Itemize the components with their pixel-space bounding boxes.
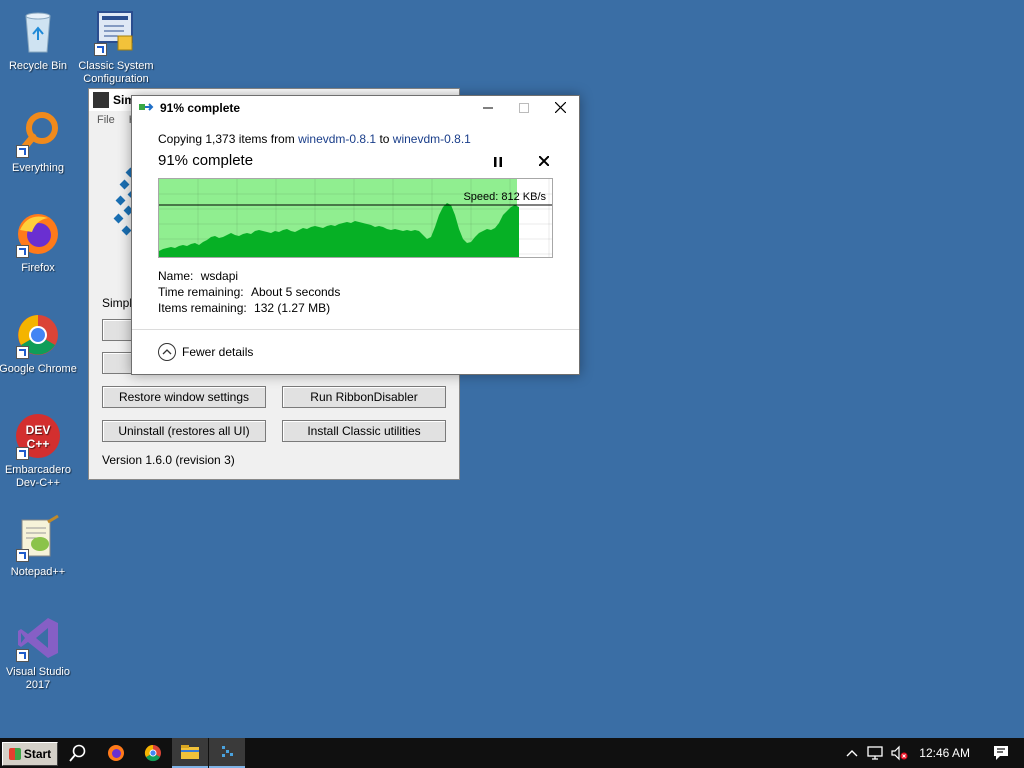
desktop-icon-firefox[interactable]: Firefox: [0, 210, 78, 275]
chrome-icon: [144, 744, 161, 762]
fewer-details-label: Fewer details: [182, 345, 254, 359]
app-icon: [93, 92, 109, 108]
name-label: Name:: [158, 269, 194, 283]
detail-items-row: Items remaining: 132 (1.27 MB): [158, 301, 330, 315]
network-icon: [867, 746, 883, 760]
desktop-icon-label: Embarcadero Dev-C++: [4, 464, 72, 489]
shortcut-arrow-icon: [16, 447, 29, 460]
pause-button[interactable]: [490, 154, 506, 170]
desktop-icon-everything[interactable]: Everything: [0, 110, 78, 175]
dialog-titlebar[interactable]: 91% complete: [132, 96, 579, 119]
cancel-icon: [538, 155, 550, 167]
copy-summary: Copying 1,373 items from winevdm-0.8.1 t…: [158, 132, 471, 146]
start-button[interactable]: Start: [2, 742, 58, 766]
speed-label: Speed: 812 KB/s: [463, 191, 546, 203]
desktop-icon-notepad-plus-plus[interactable]: Notepad++: [0, 514, 78, 579]
desktop-icon-classic-system-configuration[interactable]: Classic System Configuration: [76, 8, 156, 86]
search-icon: [69, 744, 86, 762]
desktop-icon-recycle-bin[interactable]: Recycle Bin: [0, 8, 78, 73]
maximize-icon: [519, 102, 529, 113]
copy-arrow-icon: [138, 100, 154, 116]
svg-text:C++: C++: [27, 437, 50, 451]
detail-name-row: Name: wsdapi: [158, 269, 238, 283]
network-button[interactable]: [863, 738, 887, 768]
fewer-details-button[interactable]: Fewer details: [158, 343, 253, 361]
desktop-icon-label: Firefox: [21, 262, 55, 274]
version-label: Version 1.6.0 (revision 3): [102, 453, 235, 467]
shortcut-arrow-icon: [16, 649, 29, 662]
minimize-icon: [483, 107, 493, 108]
taskbar-simple-classic[interactable]: [209, 738, 245, 768]
dialog-title: 91% complete: [160, 100, 241, 115]
notification-icon: [994, 746, 1008, 760]
devcpp-icon: DEV C++: [14, 412, 62, 460]
file-explorer-icon: [181, 745, 199, 759]
shortcut-arrow-icon: [16, 549, 29, 562]
destination-folder-link[interactable]: winevdm-0.8.1: [393, 132, 471, 146]
desktop-icon-label: Visual Studio 2017: [5, 666, 70, 691]
close-button[interactable]: [542, 96, 578, 119]
close-icon: [554, 102, 566, 113]
desktop-icon-label: Notepad++: [10, 566, 66, 578]
firefox-icon: [108, 745, 124, 761]
system-config-icon: [92, 8, 140, 56]
windows-logo-icon: [8, 748, 21, 760]
maximize-button[interactable]: [506, 96, 542, 119]
desktop-icon-visual-studio[interactable]: Visual Studio 2017: [0, 614, 78, 692]
shortcut-arrow-icon: [16, 145, 29, 158]
firefox-icon: [14, 210, 62, 258]
volume-button[interactable]: [887, 738, 911, 768]
install-classic-utilities-button[interactable]: Install Classic utilities: [282, 420, 446, 442]
items-remaining-label: Items remaining:: [158, 301, 247, 315]
desktop-icon-google-chrome[interactable]: Google Chrome: [0, 311, 78, 376]
svg-text:DEV: DEV: [26, 423, 51, 437]
everything-search-icon: [14, 110, 62, 158]
desktop-icon-label: Classic System Configuration: [78, 60, 154, 85]
show-hidden-icons-button[interactable]: [841, 738, 863, 768]
desktop-icon-label: Everything: [12, 162, 64, 174]
transfer-speed-graph: Speed: 812 KB/s: [158, 178, 553, 258]
taskbar-firefox[interactable]: [98, 738, 134, 768]
divider: [132, 329, 579, 330]
menu-file[interactable]: File: [97, 114, 115, 126]
items-remaining-value: 132 (1.27 MB): [254, 301, 331, 315]
copy-prefix: Copying 1,373 items from: [158, 132, 299, 146]
time-remaining-value: About 5 seconds: [250, 285, 341, 299]
shortcut-arrow-icon: [16, 245, 29, 258]
chevron-up-icon: [846, 750, 858, 757]
taskbar-clock[interactable]: 12:46 AM: [919, 746, 970, 760]
chrome-icon: [14, 311, 62, 359]
uninstall-button[interactable]: Uninstall (restores all UI): [102, 420, 266, 442]
visual-studio-icon: [14, 614, 62, 662]
time-remaining-label: Time remaining:: [158, 285, 244, 299]
to-word: to: [376, 132, 393, 146]
minimize-button[interactable]: [470, 96, 506, 119]
restore-window-settings-button[interactable]: Restore window settings: [102, 386, 266, 408]
notepadpp-icon: [14, 514, 62, 562]
shortcut-arrow-icon: [16, 346, 29, 359]
pause-icon: [494, 157, 502, 167]
run-ribbondisabler-button[interactable]: Run RibbonDisabler: [282, 386, 446, 408]
taskbar-file-explorer[interactable]: [172, 738, 208, 768]
taskbar-chrome[interactable]: [135, 738, 171, 768]
start-label: Start: [23, 747, 52, 761]
simple-classic-icon: [222, 746, 233, 757]
recycle-bin-icon: [14, 8, 62, 56]
taskbar: Start 12:46 AM: [0, 738, 1024, 768]
system-tray: 12:46 AM: [841, 738, 1024, 768]
desktop-icon-label: Google Chrome: [0, 363, 77, 375]
taskbar-search[interactable]: [60, 738, 96, 768]
cancel-copy-button[interactable]: [536, 153, 552, 169]
desktop-icon-dev-cpp[interactable]: DEV C++ Embarcadero Dev-C++: [0, 412, 78, 490]
detail-time-row: Time remaining: About 5 seconds: [158, 285, 340, 299]
chevron-up-icon: [158, 343, 176, 361]
desktop-icon-label: Recycle Bin: [8, 60, 68, 72]
percent-complete-heading: 91% complete: [158, 152, 254, 169]
copy-progress-dialog[interactable]: 91% complete Copying 1,373 items from wi…: [131, 95, 580, 375]
action-center-button[interactable]: [986, 738, 1016, 768]
shortcut-arrow-icon: [94, 43, 107, 56]
source-folder-link[interactable]: winevdm-0.8.1: [298, 132, 376, 146]
name-value: wsdapi: [200, 269, 239, 283]
volume-muted-icon: [891, 745, 908, 761]
